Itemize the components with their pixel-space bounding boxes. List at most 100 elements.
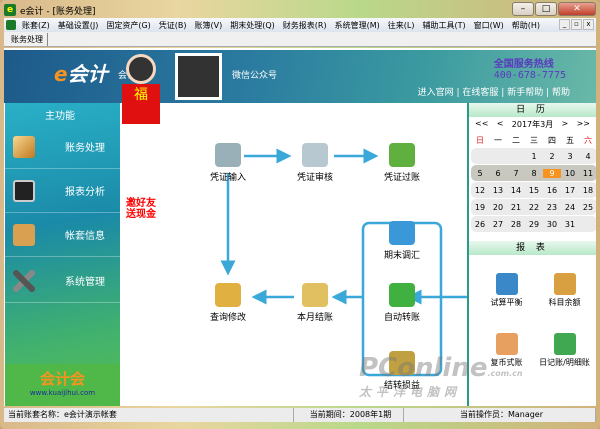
calendar-day[interactable]: 4 bbox=[579, 152, 596, 161]
calendar-day[interactable]: 27 bbox=[489, 220, 507, 229]
calendar-week: 26 27 28 29 30 31 bbox=[471, 216, 596, 232]
menu-item[interactable]: 固定资产(G) bbox=[102, 20, 154, 31]
calendar-day[interactable]: 9 bbox=[543, 168, 561, 178]
menu-item[interactable]: 窗口(W) bbox=[470, 20, 508, 31]
calendar-day[interactable]: 31 bbox=[561, 220, 579, 229]
tab-accounting[interactable]: 账务处理 bbox=[7, 33, 48, 46]
report-label: 日记账/明细账 bbox=[539, 358, 590, 367]
menu-item[interactable]: 帮助(H) bbox=[508, 20, 544, 31]
link-beginner[interactable]: 新手帮助 bbox=[507, 88, 543, 98]
next-month-button[interactable]: > bbox=[562, 119, 569, 130]
prev-year-button[interactable]: << bbox=[475, 119, 488, 130]
calendar-day[interactable]: 25 bbox=[579, 203, 596, 212]
mdi-close[interactable]: x bbox=[583, 19, 594, 30]
weekday-label: 日 bbox=[476, 135, 484, 145]
calendar-week: 19 20 21 22 23 24 25 bbox=[471, 199, 596, 215]
report-label: 试算平衡 bbox=[490, 298, 523, 307]
flow-node-month-close[interactable]: 本月结账 bbox=[285, 283, 345, 323]
next-year-button[interactable]: >> bbox=[577, 119, 590, 130]
report-journal-detail-ledger[interactable]: 日记账/明细账 bbox=[537, 333, 592, 368]
calendar-day[interactable]: 17 bbox=[561, 186, 579, 195]
period-exchange-icon bbox=[389, 221, 415, 245]
app-window: e e会计 - [账务处理] – □ ✕ _ ▫ x 账套(Z) 基础设置(J) 固定资… bbox=[0, 0, 600, 429]
menu-item[interactable]: 系统管理(M) bbox=[331, 20, 384, 31]
weekday-label: 一 bbox=[494, 135, 502, 145]
flow-node-voucher-posting[interactable]: 凭证过账 bbox=[372, 143, 432, 183]
flow-node-auto-transfer[interactable]: 自动转账 bbox=[372, 283, 432, 323]
menu-item[interactable]: 往来(L) bbox=[384, 20, 419, 31]
calendar-day[interactable]: 1 bbox=[525, 152, 543, 161]
flow-node-period-exchange[interactable]: 期末调汇 bbox=[372, 221, 432, 261]
calendar-day[interactable]: 8 bbox=[525, 169, 543, 178]
calendar-day[interactable]: 28 bbox=[507, 220, 525, 229]
calendar-day[interactable]: 2 bbox=[543, 152, 561, 161]
report-trial-balance[interactable]: 试算平衡 bbox=[479, 273, 534, 308]
flow-node-label: 凭证审核 bbox=[296, 173, 333, 183]
calendar-day[interactable]: 22 bbox=[525, 203, 543, 212]
calendar-day[interactable]: 12 bbox=[471, 186, 489, 195]
calendar-month: 2017年3月 bbox=[511, 120, 554, 129]
doc-icon bbox=[6, 20, 16, 30]
calendar-week: 12 13 14 15 16 17 18 bbox=[471, 182, 596, 198]
calendar-day[interactable]: 19 bbox=[471, 203, 489, 212]
calendar-nav: << < 2017年3月 > >> bbox=[469, 117, 596, 132]
calendar-week: 5 6 7 8 9 10 11 bbox=[471, 165, 596, 181]
mdi-minimize[interactable]: _ bbox=[559, 19, 570, 30]
menu-item[interactable]: 基础设置(J) bbox=[54, 20, 103, 31]
weekday-label: 三 bbox=[530, 135, 538, 145]
watermark: PConline.com.cn 太平洋电脑网 bbox=[359, 353, 523, 399]
flow-node-label: 凭证输入 bbox=[209, 173, 246, 183]
calendar-day[interactable]: 30 bbox=[543, 220, 561, 229]
reports-header: 报 表 bbox=[469, 241, 596, 255]
flow-node-voucher-review[interactable]: 凭证审核 bbox=[285, 143, 345, 183]
prev-month-button[interactable]: < bbox=[497, 119, 504, 130]
menu-item[interactable]: 期末处理(Q) bbox=[226, 20, 279, 31]
flow-node-label: 本月结账 bbox=[296, 313, 333, 323]
calendar-week: 1234 bbox=[471, 148, 596, 164]
main-area: e会计 会计端 微信公众号 全国服务热线400-678-7775 进入官网 | … bbox=[4, 48, 596, 406]
title-bar: e e会计 - [账务处理] bbox=[4, 2, 96, 18]
status-book: 当前账套名称：e会计演示帐套 bbox=[4, 408, 294, 422]
menu-item[interactable]: 账簿(V) bbox=[191, 20, 227, 31]
close-button[interactable]: ✕ bbox=[558, 2, 596, 16]
calendar-day[interactable]: 16 bbox=[543, 186, 561, 195]
calendar-day[interactable]: 14 bbox=[507, 186, 525, 195]
calendar-day[interactable]: 15 bbox=[525, 186, 543, 195]
app-icon: e bbox=[4, 4, 16, 16]
menu-item[interactable]: 账套(Z) bbox=[18, 20, 54, 31]
maximize-button[interactable]: □ bbox=[535, 2, 557, 16]
calendar-day[interactable]: 23 bbox=[543, 203, 561, 212]
calendar-day[interactable]: 7 bbox=[507, 169, 525, 178]
calendar-day[interactable]: 29 bbox=[525, 220, 543, 229]
menu-item[interactable]: 辅助工具(T) bbox=[418, 20, 469, 31]
calendar-day[interactable]: 6 bbox=[489, 169, 507, 178]
menu-item[interactable]: 凭证(B) bbox=[155, 20, 191, 31]
calendar-day[interactable]: 13 bbox=[489, 186, 507, 195]
calendar-day[interactable]: 10 bbox=[561, 169, 579, 178]
link-help[interactable]: 帮助 bbox=[552, 88, 570, 98]
flow-node-query-modify[interactable]: 查询修改 bbox=[198, 283, 258, 323]
mdi-restore[interactable]: ▫ bbox=[571, 19, 582, 30]
menu-item[interactable]: 财务报表(R) bbox=[279, 20, 331, 31]
report-label: 科目余额 bbox=[548, 298, 581, 307]
flow-node-label: 期末调汇 bbox=[383, 251, 420, 261]
flow-node-voucher-entry[interactable]: 凭证输入 bbox=[198, 143, 258, 183]
calendar-day[interactable]: 21 bbox=[507, 203, 525, 212]
calendar-day[interactable]: 24 bbox=[561, 203, 579, 212]
calendar-day[interactable]: 20 bbox=[489, 203, 507, 212]
calendar-day[interactable]: 3 bbox=[561, 152, 579, 161]
calendar-day[interactable]: 26 bbox=[471, 220, 489, 229]
calendar-day[interactable]: 11 bbox=[579, 169, 596, 178]
status-bar: 当前账套名称：e会计演示帐套 当前期间：2008年1期 当前操作员：Manage… bbox=[4, 408, 596, 422]
flow-node-label: 自动转账 bbox=[383, 313, 420, 323]
hotline: 全国服务热线 400-678-7775 bbox=[493, 59, 566, 81]
calendar-day[interactable]: 5 bbox=[471, 169, 489, 178]
calendar-day[interactable]: 18 bbox=[579, 186, 596, 195]
menu-bar: _ ▫ x 账套(Z) 基础设置(J) 固定资产(G) 凭证(B) 账簿(V) 期末处理(Q)… bbox=[4, 18, 596, 32]
journal-detail-ledger-icon bbox=[553, 333, 576, 355]
auto-transfer-icon bbox=[389, 283, 415, 307]
status-operator: 当前操作员：Manager bbox=[404, 408, 596, 422]
report-account-balance[interactable]: 科目余额 bbox=[537, 273, 592, 308]
minimize-button[interactable]: – bbox=[512, 2, 534, 16]
trial-balance-icon bbox=[495, 273, 518, 295]
